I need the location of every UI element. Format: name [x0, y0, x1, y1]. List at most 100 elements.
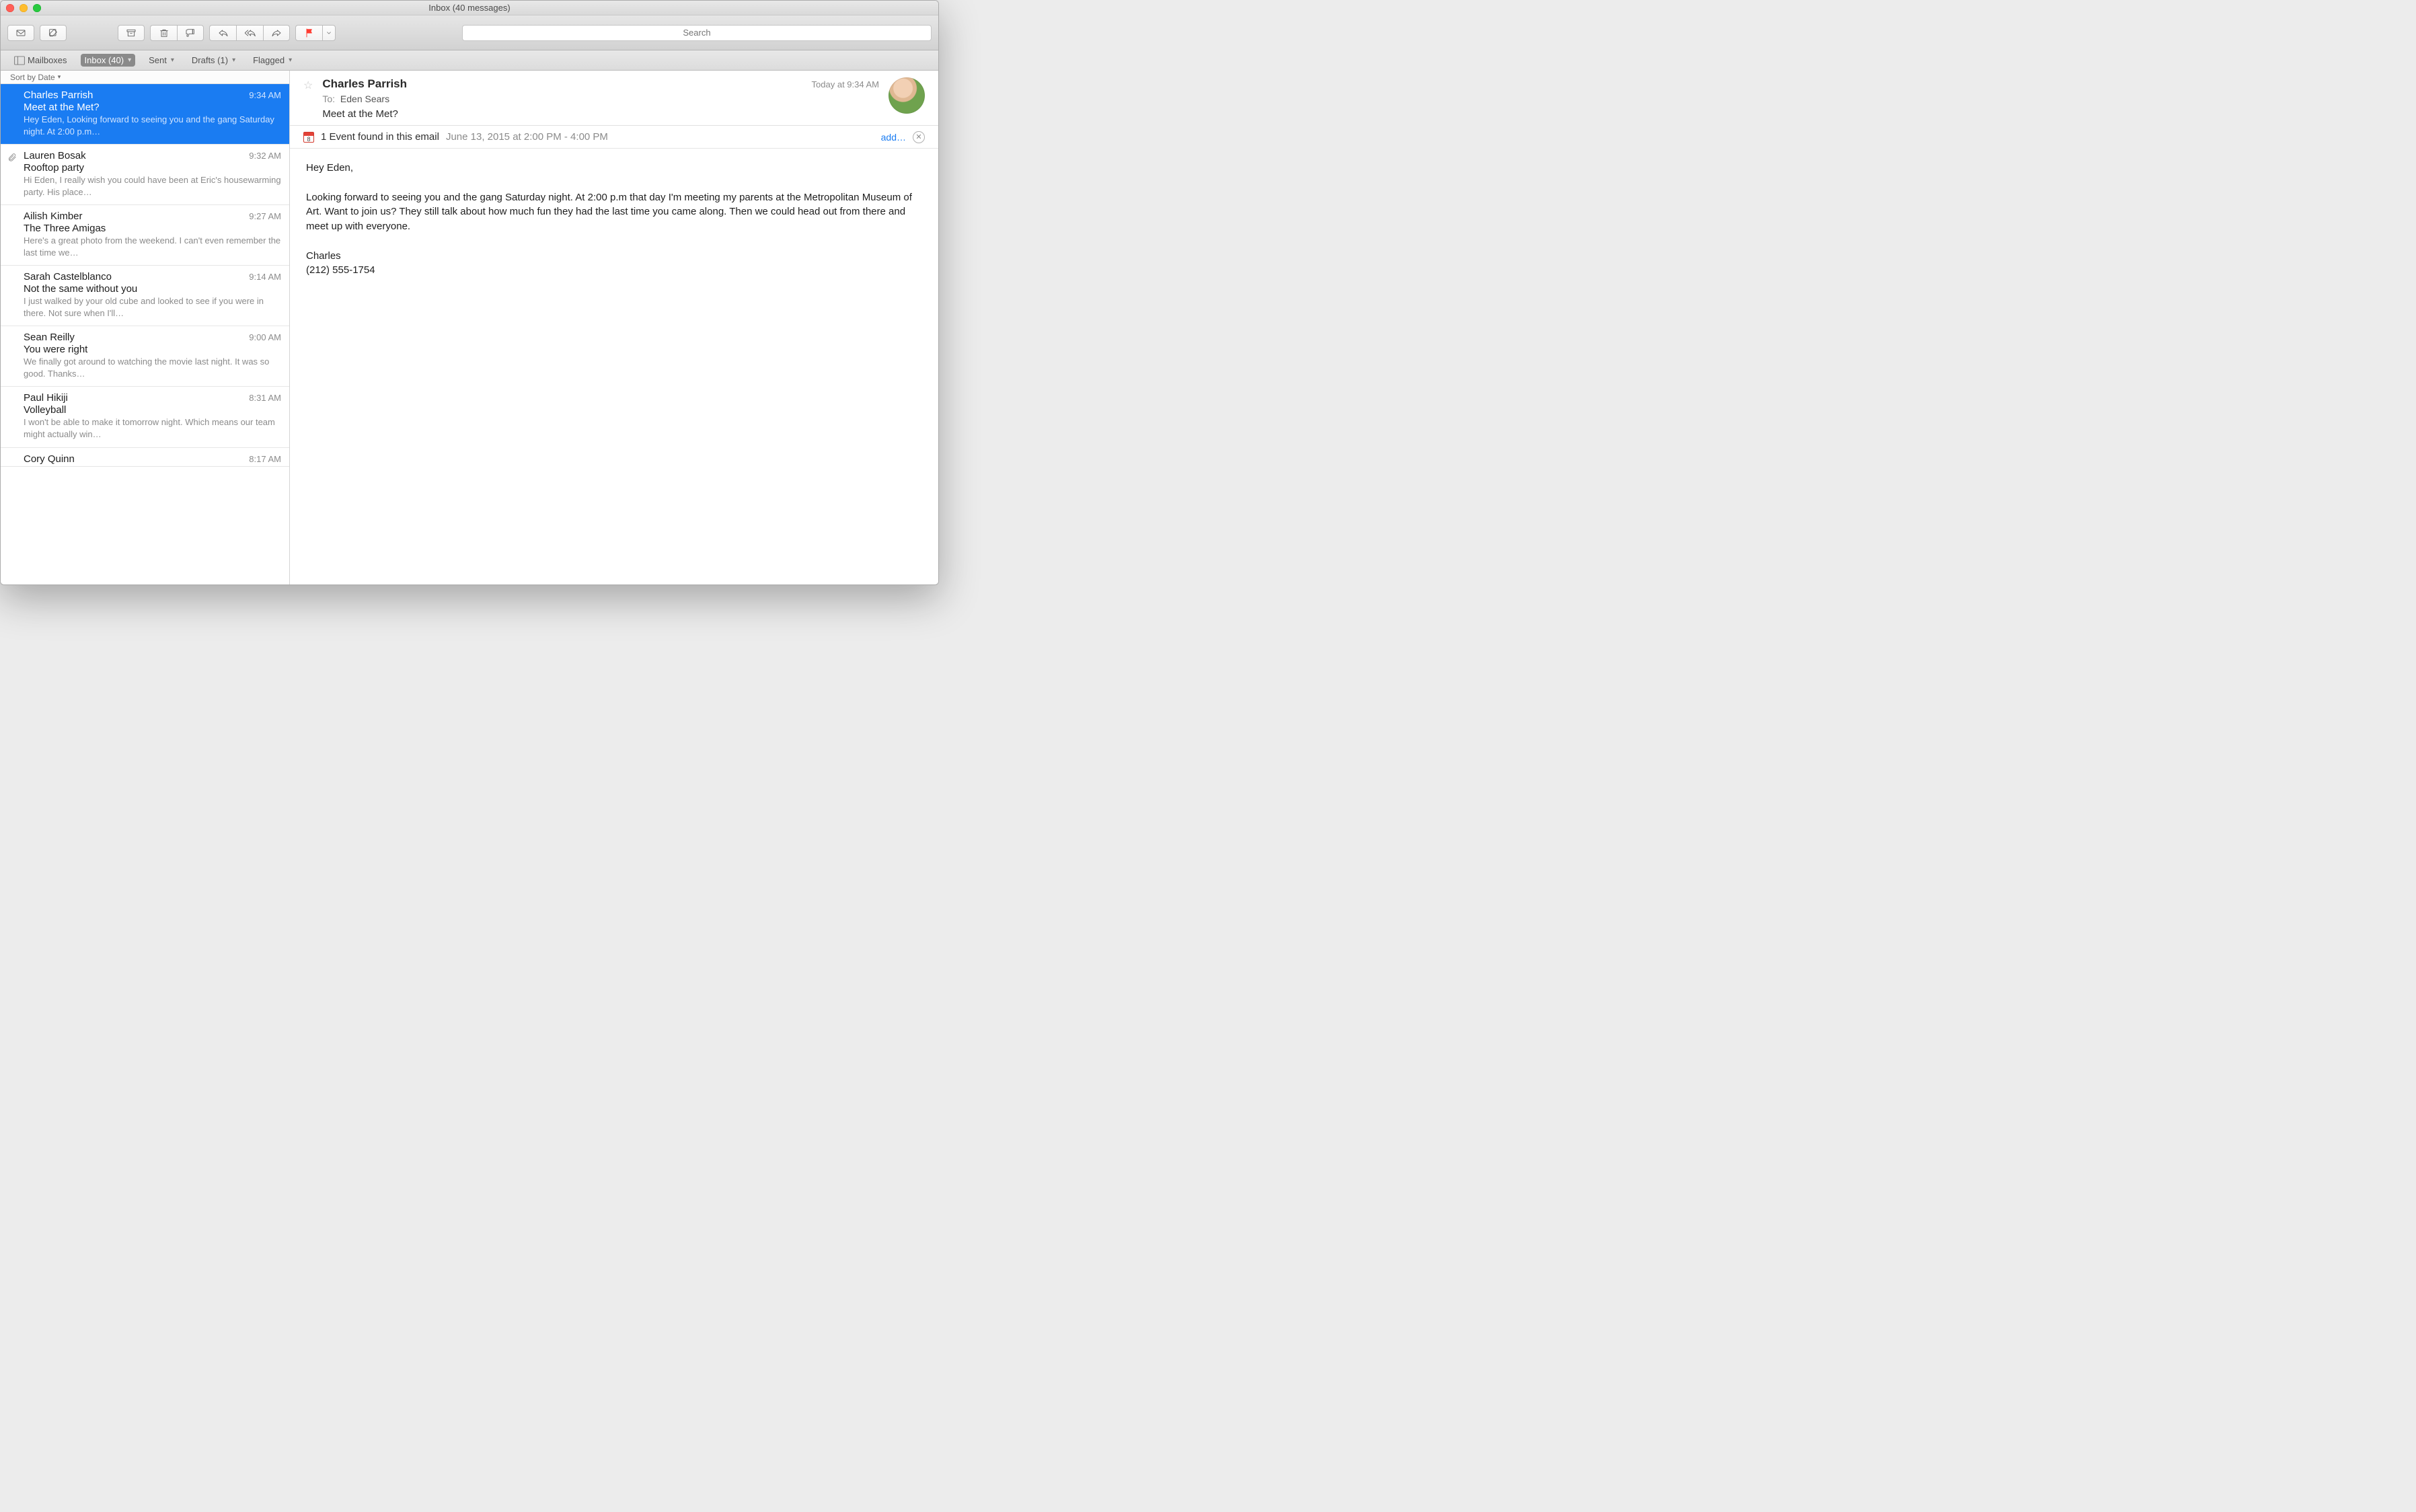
message-time: 9:27 AM: [249, 211, 281, 221]
sort-label: Sort by Date: [10, 73, 55, 82]
event-found-text: 1 Event found in this email: [321, 131, 439, 143]
window-title: Inbox (40 messages): [1, 3, 938, 13]
event-banner: 1 Event found in this email June 13, 201…: [290, 126, 938, 149]
message-item[interactable]: Sarah Castelblanco 9:14 AMNot the same wi…: [1, 266, 289, 326]
maximize-button[interactable]: [33, 4, 41, 12]
message-sender: Paul Hikiji: [24, 392, 68, 404]
header-date: Today at 9:34 AM: [812, 79, 879, 89]
chevron-down-icon: ▾: [232, 56, 235, 64]
junk-button[interactable]: [177, 25, 204, 41]
message-item[interactable]: Sean Reilly9:00 AMYou were rightWe final…: [1, 326, 289, 387]
message-sender: Cory Quinn: [24, 453, 75, 465]
message-subject: Not the same without you: [24, 283, 281, 295]
mailboxes-toggle[interactable]: Mailboxes: [10, 54, 71, 67]
envelope-icon: [15, 28, 26, 38]
thumbs-down-icon: [185, 28, 196, 38]
header-subject: Meet at the Met?: [322, 108, 879, 120]
message-preview: We finally got around to watching the mo…: [24, 356, 281, 379]
mailboxes-label: Mailboxes: [28, 55, 67, 65]
message-preview: I just walked by your old cube and looke…: [24, 295, 281, 319]
favorite-drafts-label: Drafts (1): [192, 55, 228, 65]
event-add-button[interactable]: add…: [881, 132, 906, 143]
calendar-icon: [303, 132, 314, 143]
reply-all-button[interactable]: [236, 25, 263, 41]
favorite-sent[interactable]: Sent ▾: [145, 54, 178, 67]
flag-icon: [304, 28, 315, 38]
sort-button[interactable]: Sort by Date ▾: [1, 71, 289, 84]
message-time: 9:14 AM: [249, 272, 281, 282]
event-dismiss-button[interactable]: ✕: [913, 131, 925, 143]
attachment-icon: [7, 153, 17, 164]
message-sender: Sarah Castelblanco: [24, 271, 112, 282]
sidebar-icon: [14, 56, 25, 65]
message-preview: Hi Eden, I really wish you could have be…: [24, 174, 281, 198]
reply-all-icon: [245, 28, 256, 38]
message-list[interactable]: Charles Parrish9:34 AMMeet at the Met?He…: [1, 84, 289, 584]
sender-avatar: [889, 77, 925, 114]
window-controls: [6, 4, 41, 12]
message-item[interactable]: Cory Quinn 8:17 AM: [1, 448, 289, 467]
message-item[interactable]: Charles Parrish 9:34 AM Meet at the Met?He…: [1, 84, 289, 145]
message-preview: Hey Eden, Looking forward to seeing you …: [24, 114, 281, 137]
message-body: Hey Eden, Looking forward to seeing you …: [290, 149, 938, 290]
message-time: 9:32 AM: [249, 151, 281, 161]
favorite-sent-label: Sent: [149, 55, 167, 65]
message-item[interactable]: Ailish Kimber 9:27 AM The Three AmigasHere…: [1, 205, 289, 266]
message-time: 8:31 AM: [249, 393, 281, 403]
message-sender: Ailish Kimber: [24, 211, 83, 222]
message-subject: You were right: [24, 344, 281, 355]
to-label: To:: [322, 93, 335, 104]
to-value: Eden Sears: [340, 93, 389, 104]
close-button[interactable]: [6, 4, 14, 12]
compose-icon: [48, 28, 59, 38]
vip-star-button[interactable]: ☆: [303, 79, 313, 120]
message-preview: Here's a great photo from the weekend. I…: [24, 235, 281, 258]
message-time: 9:00 AM: [249, 332, 281, 342]
chevron-down-icon: ▾: [58, 73, 61, 81]
message-subject: Meet at the Met?: [24, 102, 281, 113]
favorite-flagged[interactable]: Flagged ▾: [249, 54, 296, 67]
delete-button[interactable]: [150, 25, 177, 41]
flag-menu-button[interactable]: [322, 25, 336, 41]
flag-group: [295, 25, 336, 41]
reply-button[interactable]: [209, 25, 236, 41]
event-date-text: June 13, 2015 at 2:00 PM - 4:00 PM: [446, 131, 608, 143]
forward-button[interactable]: [263, 25, 290, 41]
flag-button[interactable]: [295, 25, 322, 41]
minimize-button[interactable]: [20, 4, 28, 12]
get-mail-button[interactable]: [7, 25, 34, 41]
mail-window: Inbox (40 messages): [0, 0, 939, 585]
search-input[interactable]: [462, 25, 932, 41]
archive-button[interactable]: [118, 25, 145, 41]
search-container: [462, 25, 932, 41]
message-subject: Rooftop party: [24, 162, 281, 174]
message-item[interactable]: Paul Hikiji 8:31 AMVolleyballI won't be a…: [1, 387, 289, 447]
reading-pane: ☆ Charles Parrish Today at 9:34 AM To: E…: [290, 71, 938, 584]
compose-button[interactable]: [40, 25, 67, 41]
favorite-drafts[interactable]: Drafts (1) ▾: [188, 54, 239, 67]
message-header: ☆ Charles Parrish Today at 9:34 AM To: E…: [290, 71, 938, 126]
delete-junk-group: [150, 25, 204, 41]
message-sender: Lauren Bosak: [24, 150, 86, 161]
content-area: Sort by Date ▾ Charles Parrish 9:34 AM Mee…: [1, 71, 938, 584]
favorite-flagged-label: Flagged: [253, 55, 285, 65]
toolbar: [1, 15, 938, 50]
titlebar: Inbox (40 messages): [1, 1, 938, 15]
message-sender: Charles Parrish: [24, 89, 93, 101]
message-item[interactable]: Lauren Bosak 9:32 AMRooftop partyHi Eden,…: [1, 145, 289, 205]
chevron-down-icon: ▾: [171, 56, 174, 64]
message-preview: I won't be able to make it tomorrow nigh…: [24, 416, 281, 440]
message-time: 8:17 AM: [249, 454, 281, 464]
message-time: 9:34 AM: [249, 90, 281, 100]
archive-icon: [126, 28, 137, 38]
message-subject: Volleyball: [24, 404, 281, 416]
message-list-pane: Sort by Date ▾ Charles Parrish 9:34 AM Mee…: [1, 71, 290, 584]
forward-icon: [271, 28, 282, 38]
chevron-down-icon: ▾: [289, 56, 292, 64]
reply-group: [209, 25, 290, 41]
message-subject: The Three Amigas: [24, 223, 281, 234]
header-info: Charles Parrish Today at 9:34 AM To: Ede…: [322, 77, 879, 120]
header-to: To: Eden Sears: [322, 93, 879, 104]
favorite-inbox[interactable]: Inbox (40) ▾: [81, 54, 136, 67]
favorite-inbox-label: Inbox (40): [85, 55, 124, 65]
